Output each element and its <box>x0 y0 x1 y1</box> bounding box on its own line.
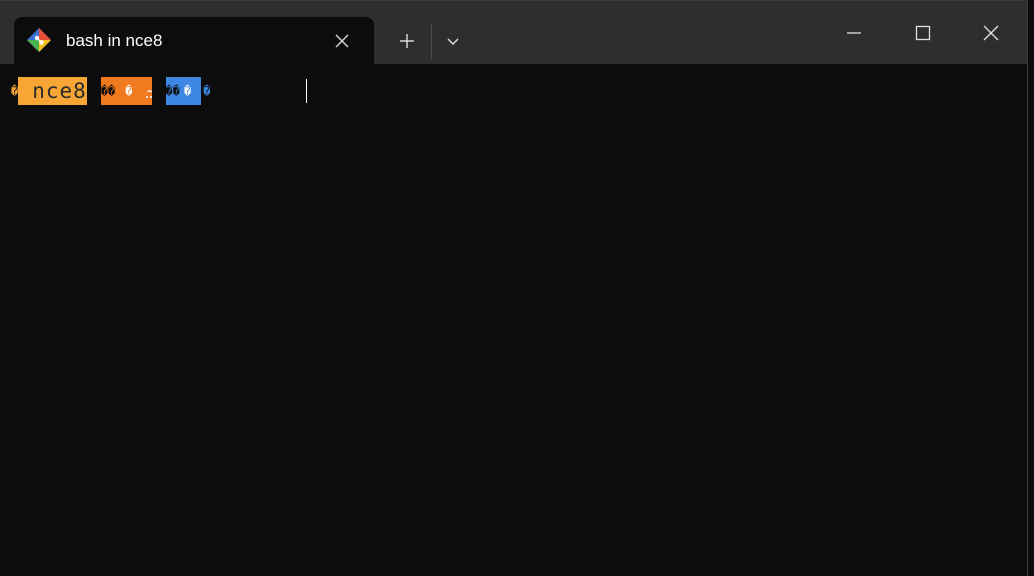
close-tab-icon[interactable] <box>330 29 354 53</box>
toolbar-divider <box>431 23 432 59</box>
prompt-path: ~ <box>146 82 156 100</box>
prompt-path-glyph: � <box>125 84 133 98</box>
close-icon[interactable] <box>968 13 1014 53</box>
prompt-separator-2: �� <box>165 77 180 105</box>
plus-icon[interactable] <box>392 27 422 55</box>
prompt-path-segment: � ~ <box>115 77 166 105</box>
git-bash-icon <box>26 27 52 53</box>
terminal-area[interactable]: � nce8 �� � ~ �� � � <box>0 65 1027 576</box>
prompt-git-glyph: � <box>179 77 202 105</box>
prompt-host: nce8 <box>18 77 101 105</box>
shell-prompt: � nce8 �� � ~ �� � � <box>11 77 210 105</box>
text-cursor <box>306 79 307 103</box>
minimize-icon[interactable] <box>831 13 877 53</box>
title-bar: bash in nce8 <box>0 1 1027 65</box>
maximize-icon[interactable] <box>900 13 946 53</box>
tab-bash[interactable]: bash in nce8 <box>14 17 374 65</box>
prompt-separator-1: �� <box>100 77 116 105</box>
prompt-end-glyph: � <box>203 84 211 98</box>
chevron-down-icon[interactable] <box>440 27 466 55</box>
prompt-lead-glyph: � <box>11 84 19 98</box>
tab-title: bash in nce8 <box>66 31 163 50</box>
terminal-window: bash in nce8 � nce8 �� � ~ �� � � <box>0 0 1028 576</box>
